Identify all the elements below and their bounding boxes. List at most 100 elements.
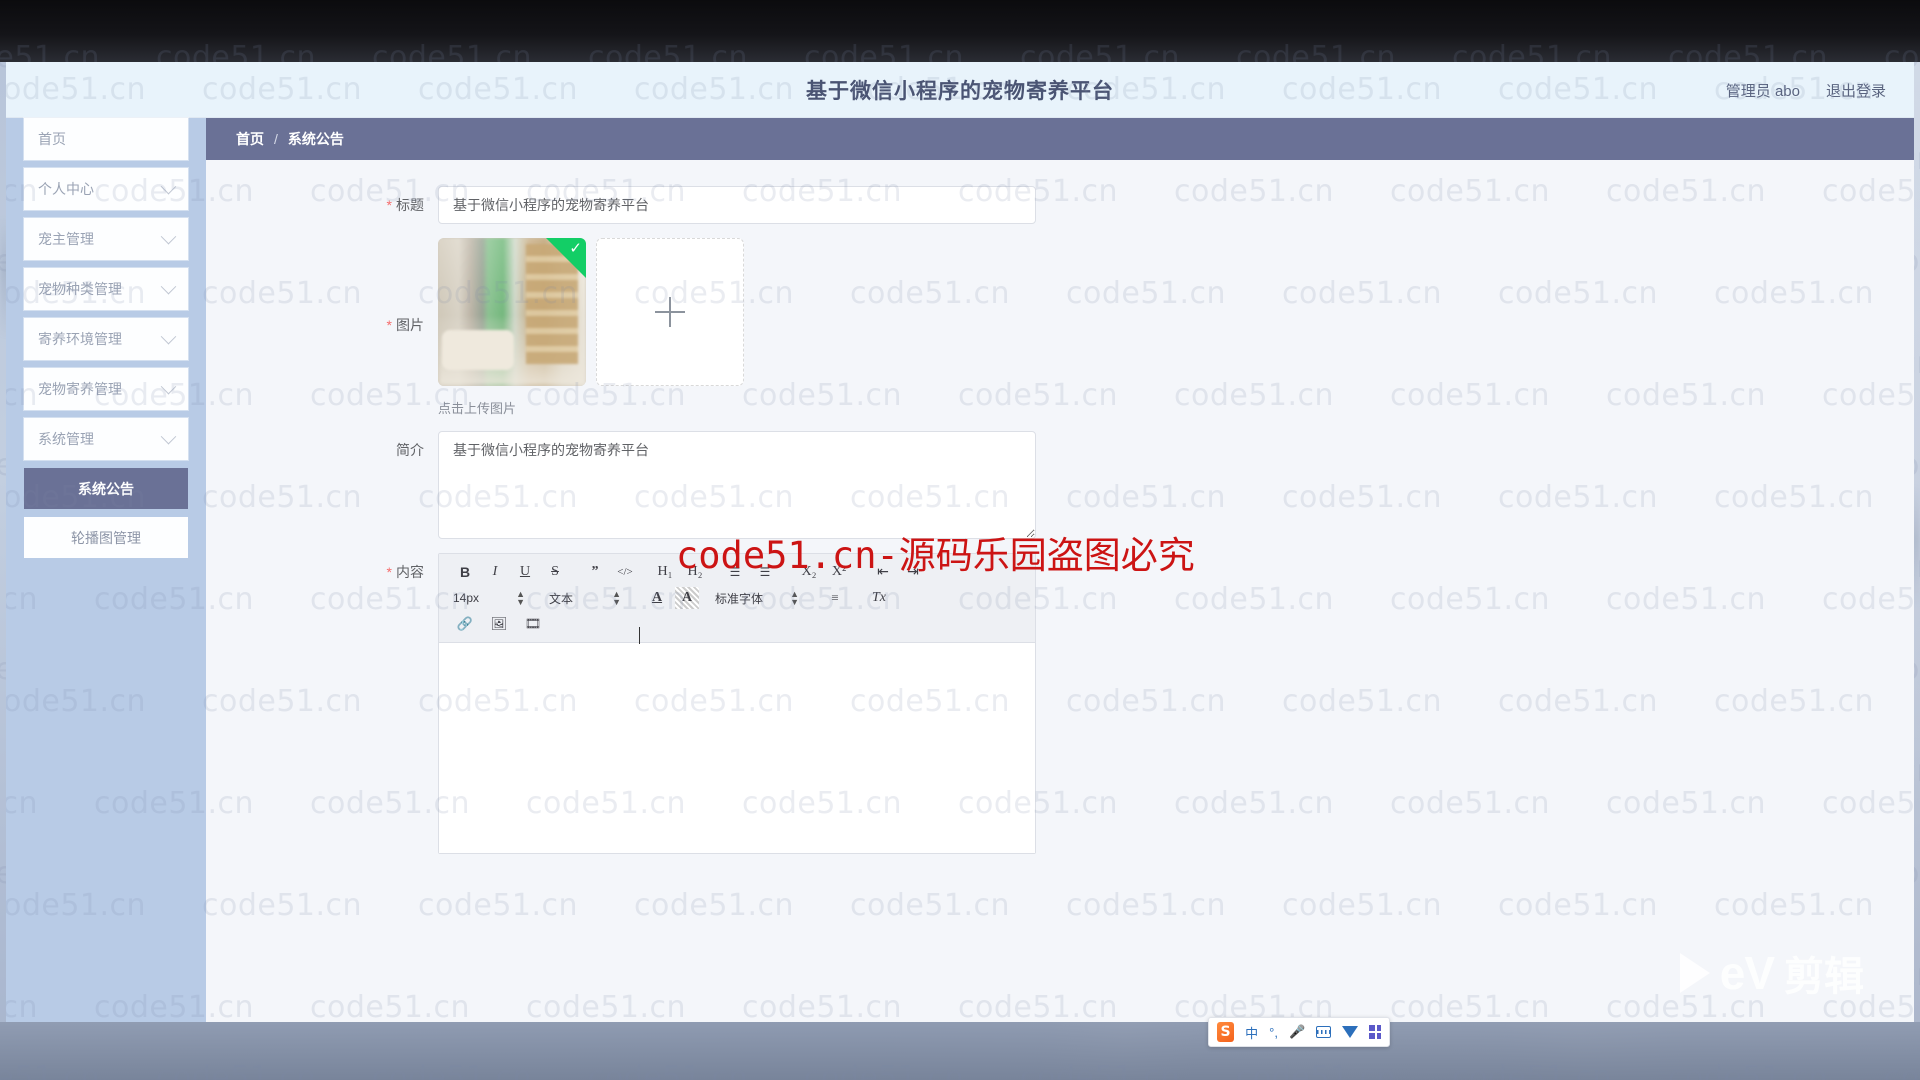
breadcrumb-home[interactable]: 首页 [236, 129, 264, 149]
desktop-top-band [0, 0, 1920, 62]
breadcrumb: 首页 / 系统公告 [206, 118, 1914, 160]
rich-text-editor: B I U S ” </> H₁ H₂ ☰ ☰ X₂ X² ⇤ ⇥ 14px ▲… [438, 553, 1036, 854]
title-input[interactable] [438, 186, 1036, 224]
content-label: * 内容 [206, 553, 438, 854]
font-size-value: 14px [453, 591, 480, 605]
image-upload-area: ✓ [438, 238, 744, 386]
sidebar-subitem-system-announcement[interactable]: 系统公告 [24, 468, 188, 509]
font-family-value: 标准字体 [715, 591, 764, 606]
admin-name: 管理员 abo [1725, 82, 1800, 100]
sidebar: 首页 个人中心 宠主管理 宠物种类管理 寄养环境管理 宠物寄养管理 系统管理 系… [6, 118, 206, 1022]
application-window: 基于微信小程序的宠物寄养平台 管理员 abo 退出登录 首页 个人中心 宠主管理… [6, 62, 1914, 1022]
sidebar-subitem-label: 系统公告 [78, 480, 134, 497]
breadcrumb-separator: / [274, 131, 278, 147]
sidebar-item-owner-management[interactable]: 宠主管理 [24, 218, 188, 260]
bullet-list-icon[interactable]: ☰ [753, 561, 777, 583]
sogou-logo-icon[interactable]: S [1217, 1022, 1235, 1042]
editor-toolbar: B I U S ” </> H₁ H₂ ☰ ☰ X₂ X² ⇤ ⇥ 14px ▲… [439, 554, 1035, 643]
thumbnail-sofa-detail [442, 330, 514, 370]
font-family-select[interactable]: 标准字体 ▲ ▼ [715, 587, 801, 609]
heading-2-icon[interactable]: H₂ [683, 561, 707, 583]
uploaded-image-thumbnail[interactable]: ✓ [438, 238, 586, 386]
sidebar-item-label: 个人中心 [38, 181, 94, 197]
editor-content-area[interactable] [439, 643, 1035, 853]
text-style-select[interactable]: 文本 ▲ ▼ [549, 587, 623, 609]
sidebar-subitem-carousel-management[interactable]: 轮播图管理 [24, 517, 188, 558]
sidebar-submenu-system: 系统公告 轮播图管理 [6, 468, 206, 558]
sidebar-item-boarding-environment-management[interactable]: 寄养环境管理 [24, 318, 188, 360]
blockquote-icon[interactable]: ” [583, 561, 607, 583]
sidebar-item-label: 宠物寄养管理 [38, 381, 122, 397]
required-asterisk: * [386, 317, 392, 333]
sidebar-item-home[interactable]: 首页 [24, 118, 188, 160]
sidebar-item-pet-type-management[interactable]: 宠物种类管理 [24, 268, 188, 310]
add-image-button[interactable] [596, 238, 744, 386]
content-label-text: 内容 [396, 564, 424, 580]
sidebar-item-system-management[interactable]: 系统管理 [24, 418, 188, 460]
title-label-text: 标题 [396, 197, 424, 213]
chevron-down-icon [160, 178, 177, 194]
header-actions: 管理员 abo 退出登录 [1726, 62, 1886, 118]
strikethrough-icon[interactable]: S [543, 561, 567, 583]
ordered-list-icon[interactable]: ☰ [723, 561, 747, 583]
indent-icon[interactable]: ⇥ [901, 561, 925, 583]
toolbox-icon[interactable] [1369, 1025, 1382, 1039]
editor-toolbar-row-1: B I U S ” </> H₁ H₂ ☰ ☰ X₂ X² ⇤ ⇥ [453, 560, 1027, 584]
text-color-icon[interactable]: A [645, 587, 669, 609]
description-label-text: 简介 [396, 442, 424, 458]
sidebar-item-label: 宠主管理 [38, 231, 94, 247]
page-title: 基于微信小程序的宠物寄养平台 [806, 79, 1114, 103]
link-icon[interactable]: 🔗 [453, 613, 477, 635]
underline-icon[interactable]: U [513, 561, 537, 583]
superscript-icon[interactable]: X² [827, 561, 851, 583]
description-label: 简介 [206, 431, 438, 539]
form-row-image: * 图片 ✓ 点击上传图片 [206, 238, 1914, 417]
description-textarea[interactable] [438, 431, 1036, 539]
announcement-form: *标题 *图片 [206, 160, 1914, 868]
sidebar-item-pet-boarding-management[interactable]: 宠物寄养管理 [24, 368, 188, 410]
app-body: 首页 个人中心 宠主管理 宠物种类管理 寄养环境管理 宠物寄养管理 系统管理 系… [6, 118, 1914, 1022]
form-row-description: 简介 [206, 431, 1914, 539]
main-content: 首页 / 系统公告 *标题 *图片 [206, 118, 1914, 1022]
italic-icon[interactable]: I [483, 561, 507, 583]
desktop-bottom-band [0, 1022, 1920, 1080]
heading-1-icon[interactable]: H₁ [653, 561, 677, 583]
background-color-icon[interactable]: A [675, 587, 699, 609]
title-label: * 标题 [206, 186, 438, 224]
editor-toolbar-row-2: 14px ▲ ▼ 文本 ▲ ▼ A A 标准字体 ▲ ▼ ≡ Tx [453, 586, 1027, 610]
keyboard-icon[interactable] [1316, 1026, 1332, 1038]
code-block-icon[interactable]: </> [613, 561, 637, 583]
subscript-icon[interactable]: X₂ [797, 561, 821, 583]
editor-toolbar-row-3: 🔗 🖼 🎞 [453, 612, 1027, 636]
sidebar-item-label: 首页 [38, 131, 66, 147]
image-icon[interactable]: 🖼 [487, 613, 511, 635]
image-label: * 图片 [206, 238, 438, 417]
sidebar-item-label: 系统管理 [38, 431, 94, 447]
chevron-down-icon [160, 328, 177, 344]
microphone-icon[interactable]: 🎤 [1289, 1024, 1305, 1040]
plus-icon [655, 297, 685, 327]
sidebar-item-personal-center[interactable]: 个人中心 [24, 168, 188, 210]
sidebar-item-label: 寄养环境管理 [38, 331, 122, 347]
bold-icon[interactable]: B [453, 561, 477, 583]
align-icon[interactable]: ≡ [823, 587, 847, 609]
chevron-down-icon [160, 228, 177, 244]
chevron-down-icon [160, 278, 177, 294]
chevron-updown-icon: ▲ ▼ [612, 589, 621, 607]
form-row-title: * 标题 [206, 186, 1914, 224]
text-style-value: 文本 [549, 591, 574, 606]
font-size-select[interactable]: 14px ▲ ▼ [453, 587, 527, 609]
chevron-down-icon [160, 378, 177, 394]
image-label-text: 图片 [396, 317, 424, 333]
logout-button[interactable]: 退出登录 [1826, 80, 1886, 101]
sidebar-item-label: 宠物种类管理 [38, 281, 122, 297]
outdent-icon[interactable]: ⇤ [871, 561, 895, 583]
breadcrumb-current: 系统公告 [287, 131, 344, 147]
text-cursor [639, 627, 640, 644]
ime-language-toggle[interactable]: 中 [1245, 1023, 1258, 1042]
skin-icon[interactable] [1342, 1026, 1359, 1038]
clear-format-icon[interactable]: Tx [867, 587, 891, 609]
video-icon[interactable]: 🎞 [521, 613, 545, 635]
ime-punctuation-toggle[interactable]: °, [1269, 1025, 1278, 1040]
required-asterisk: * [386, 564, 392, 580]
